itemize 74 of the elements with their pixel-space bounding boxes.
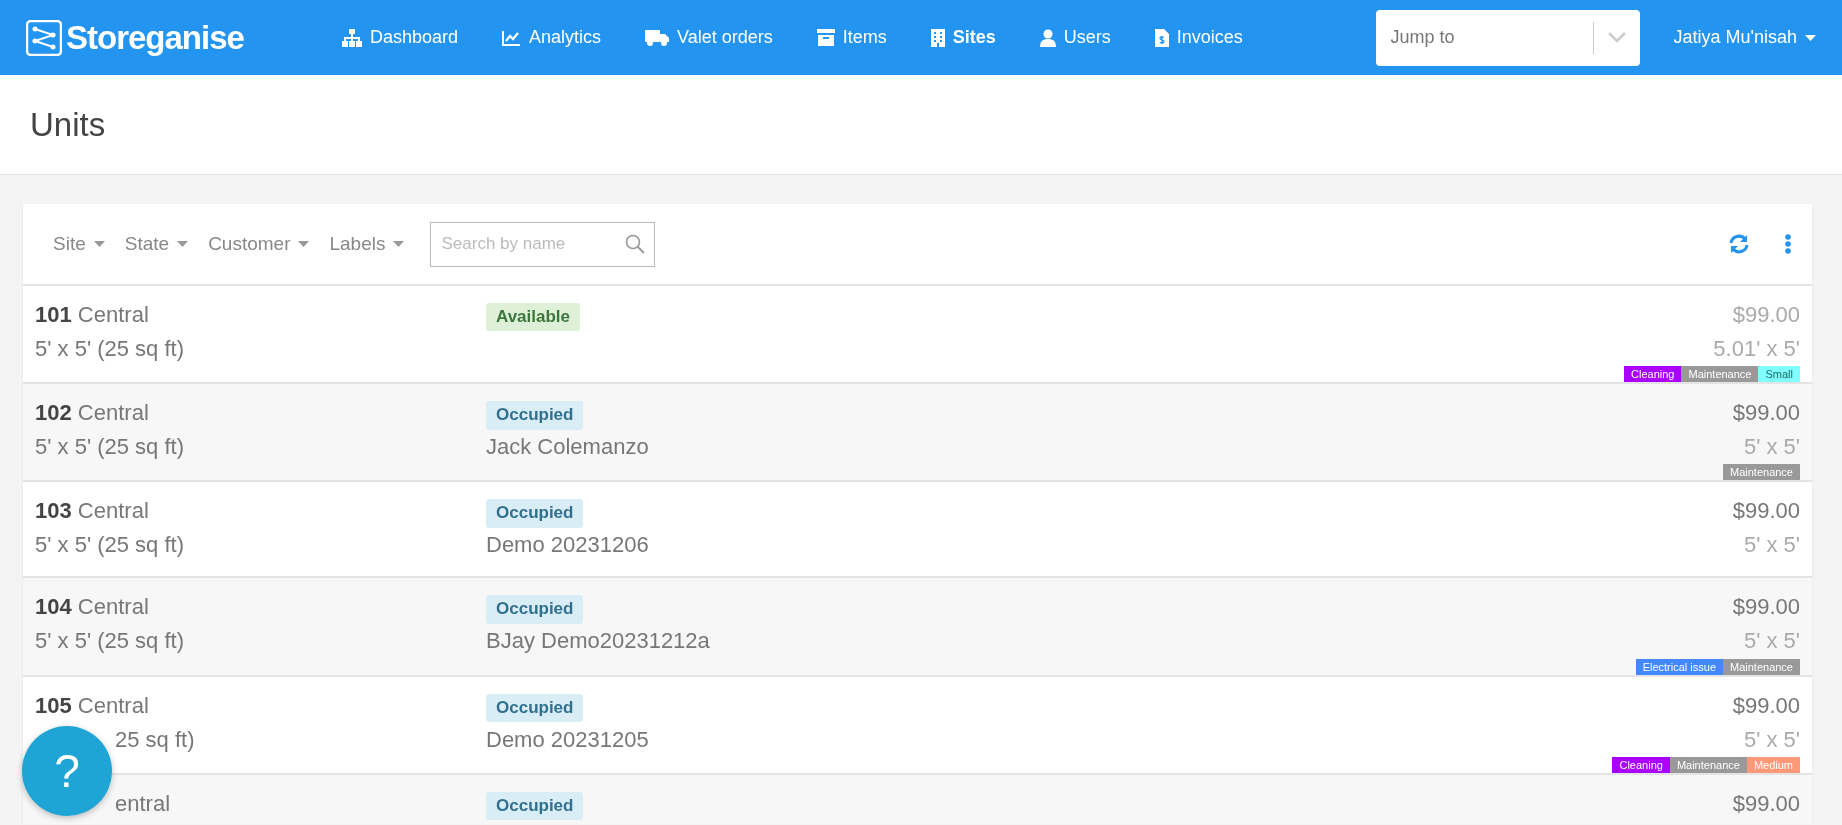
nav-link[interactable]: Sites (930, 24, 996, 51)
sitemap-icon (341, 28, 362, 47)
caret-icon (393, 241, 405, 247)
customer-name: Jack Colemanzo (486, 433, 649, 462)
unit-size: 5' x 5' (25 sq ft) (35, 627, 185, 656)
unit-size: 5' x 5' (25 sq ft) (35, 335, 185, 364)
state-badge: Occupied (486, 499, 584, 528)
chevron-down-icon (1607, 31, 1626, 43)
unit-price: $99.00 (1732, 497, 1800, 526)
unit-size: 5' x 5' (25 sq ft) (35, 531, 185, 560)
unit-label: Small (1758, 366, 1800, 383)
user-menu[interactable]: Jatiya Mu'nisah (1673, 24, 1816, 51)
unit-label: Electrical issue (1635, 658, 1723, 675)
state-badge: Occupied (486, 791, 584, 821)
unit-label: Maintenance (1723, 658, 1800, 675)
unit-label: Cleaning (1612, 756, 1670, 773)
state-badge: Occupied (486, 595, 584, 624)
unit-name: 102 Central (35, 399, 150, 428)
unit-label: Maintenance (1723, 464, 1800, 481)
unit-dimensions: 5.01' x 5' (1713, 335, 1800, 364)
unit-dimensions: 5' x 5' (1743, 531, 1800, 560)
unit-name: 103 Central (35, 497, 150, 526)
unit-dimensions: 5' x 5' (1743, 433, 1800, 462)
nav-link[interactable]: Analytics (501, 24, 601, 51)
filter-dropdown[interactable]: State (114, 229, 199, 259)
customer-name: Demo 20231206 (486, 531, 649, 560)
invoice-icon (1154, 28, 1169, 47)
nav-link[interactable]: Items (816, 24, 887, 51)
unit-price: $99.00 (1732, 789, 1800, 818)
more-options-icon (1784, 234, 1792, 254)
archive-icon (816, 29, 835, 46)
logo-icon (26, 19, 62, 56)
state-badge: Occupied (486, 693, 584, 722)
unit-price: $99.00 (1732, 301, 1800, 329)
unit-price: $99.00 (1732, 399, 1800, 428)
unit-dimensions: 5' x 5' (1743, 725, 1800, 754)
page-title: Units (30, 104, 106, 145)
unit-name: 101 Central (35, 301, 150, 329)
customer-name: BJay Demo20231212a (486, 627, 710, 656)
filter-dropdown[interactable]: Customer (198, 229, 320, 259)
unit-dimensions: 5' x 5' (1743, 627, 1800, 656)
building-icon (930, 28, 945, 47)
search-field[interactable]: Search by name (430, 221, 656, 267)
unit-price: $99.00 (1732, 593, 1800, 622)
unit-price: $99.00 (1732, 691, 1800, 720)
user-icon (1039, 28, 1056, 47)
filter-dropdown[interactable]: Labels (319, 229, 415, 259)
nav-link[interactable]: Invoices (1154, 24, 1243, 51)
unit-label: Maintenance (1669, 756, 1747, 773)
unit-size: 5' x 5' (25 sq ft) (35, 433, 185, 462)
filter-dropdown[interactable]: Site (43, 229, 115, 259)
unit-name: 105 Central (35, 691, 150, 720)
caret-icon (177, 241, 189, 247)
customer-name: Demo 20231205 (486, 725, 649, 754)
search-icon (625, 233, 646, 254)
unit-size: 25 sq ft) (114, 725, 196, 754)
truck-icon (645, 28, 669, 47)
unit-name: entral (114, 789, 172, 818)
state-badge: Occupied (486, 401, 584, 430)
unit-label: Medium (1746, 756, 1800, 773)
brand-name: Storeganise (66, 17, 244, 58)
line-chart-icon (501, 29, 521, 46)
unit-label: Maintenance (1681, 366, 1759, 383)
nav-link[interactable]: Users (1039, 24, 1111, 51)
caret-icon (298, 241, 310, 247)
nav-link[interactable]: Dashboard (341, 24, 458, 51)
state-badge: Available (486, 303, 581, 332)
caret-icon (93, 241, 105, 247)
refresh-icon (1728, 234, 1750, 254)
nav-link[interactable]: Valet orders (645, 24, 773, 51)
unit-label: Cleaning (1624, 366, 1682, 383)
jump-to-select[interactable]: Jump to (1375, 9, 1640, 66)
unit-name: 104 Central (35, 593, 150, 622)
caret-icon (1805, 34, 1816, 41)
